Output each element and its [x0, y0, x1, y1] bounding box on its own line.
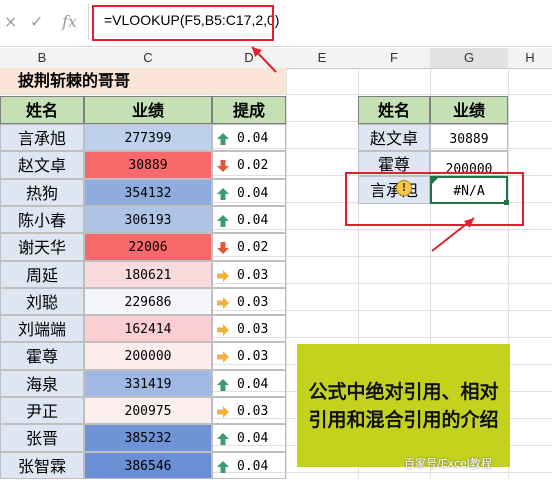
callout-text: 公式中绝对引用、相对引用和混合引用的介绍 [308, 380, 499, 431]
callout-box: 公式中绝对引用、相对引用和混合引用的介绍 [297, 344, 510, 467]
watermark: 百家号/Excel教程 [404, 457, 492, 470]
arrowhead-icon [464, 218, 474, 228]
